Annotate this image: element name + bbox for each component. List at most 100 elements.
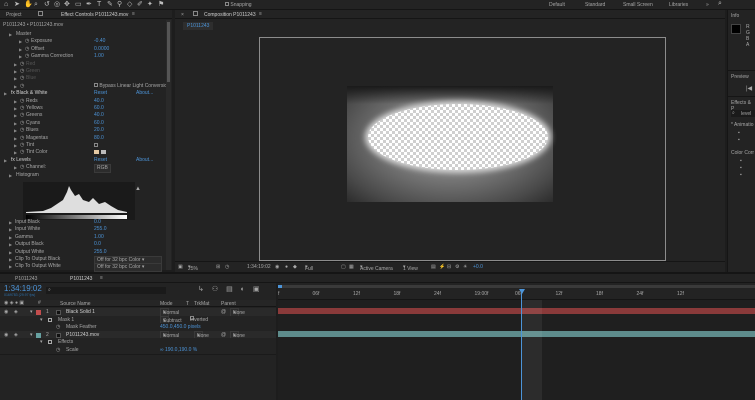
frame-blending-icon[interactable]: ▤: [226, 286, 233, 293]
disclosure-triangle-icon[interactable]: ▶: [19, 38, 22, 45]
effect-property-value[interactable]: 80.0: [94, 135, 104, 142]
tab-preview[interactable]: Preview: [731, 74, 749, 80]
effect-property-row[interactable]: ▶ ◷ Blue: [0, 75, 166, 82]
layer-bar-black-solid[interactable]: [278, 308, 755, 314]
exposure-value[interactable]: +0.0: [473, 264, 483, 270]
effect-property-row[interactable]: ▶ ◷ Green: [0, 68, 166, 75]
effect-property-value[interactable]: -0.40: [94, 38, 105, 45]
hand-tool-icon[interactable]: ✋: [24, 1, 33, 9]
effect-controls-scrollbar[interactable]: [166, 20, 171, 270]
disclosure-triangle-icon[interactable]: ▶: [14, 149, 17, 156]
layer-label-color[interactable]: [36, 332, 41, 338]
fast-previews-icon[interactable]: ⚡: [439, 264, 445, 270]
effect-property-value[interactable]: 40.0: [94, 98, 104, 105]
effect-property-row[interactable]: ▶ ◷ Magentas 80.0: [0, 135, 166, 142]
levels-property-row[interactable]: ▶ Output Black 0.0: [0, 241, 166, 248]
layer-label-color[interactable]: [36, 310, 41, 315]
stopwatch-icon[interactable]: ◷: [25, 53, 29, 60]
disclosure-triangle-icon[interactable]: ▶: [14, 98, 17, 105]
tint-color-swatch[interactable]: [94, 149, 106, 156]
first-frame-icon[interactable]: |◀: [746, 85, 752, 92]
panel-menu-icon[interactable]: ≡: [132, 11, 135, 17]
pan-behind-tool-icon[interactable]: ✥: [64, 1, 70, 9]
disclosure-triangle-icon[interactable]: ▶: [14, 135, 17, 142]
effect-property-row[interactable]: ▶ ◷ Reds 40.0: [0, 98, 166, 105]
histogram-slider-icon[interactable]: ▲: [135, 186, 141, 192]
disclosure-triangle-icon[interactable]: ▶: [9, 256, 12, 263]
effect-property-row[interactable]: ▶ ◷ Channel: RGB: [0, 164, 166, 174]
lock-icon[interactable]: [193, 11, 198, 16]
levels-property-row[interactable]: ▶ Output White 255.0: [0, 249, 166, 256]
work-area-bar[interactable]: [278, 285, 755, 288]
tab-timeline-2[interactable]: P1011243: [70, 276, 92, 282]
stopwatch-icon[interactable]: ◷: [20, 142, 24, 149]
stopwatch-icon[interactable]: ◷: [20, 112, 24, 119]
puppet-tool-icon[interactable]: ✦: [147, 1, 153, 9]
disclosure-triangle-icon[interactable]: ▶: [9, 226, 12, 233]
disclosure-triangle-icon[interactable]: ▶: [9, 172, 12, 179]
about-link[interactable]: About...: [136, 157, 153, 164]
eraser-tool-icon[interactable]: ◇: [127, 1, 132, 9]
disclosure-triangle-icon[interactable]: ▶: [14, 68, 17, 75]
timeline-icon[interactable]: ⊟: [447, 264, 451, 270]
search-help-icon[interactable]: ⌕: [718, 0, 722, 8]
about-link[interactable]: About...: [136, 90, 153, 97]
color-icon[interactable]: ◆: [293, 264, 297, 270]
layer-bar-footage[interactable]: [278, 331, 755, 337]
effect-property-row[interactable]: ▶ ◷ Gamma Correction 1.00: [0, 53, 166, 60]
clone-stamp-tool-icon[interactable]: ⚲: [117, 1, 122, 9]
pen-tool-icon[interactable]: ✒: [86, 1, 92, 9]
effect-property-value[interactable]: 60.0: [94, 105, 104, 112]
levels-histogram[interactable]: [23, 182, 135, 220]
selection-tool-icon[interactable]: ➤: [14, 1, 20, 9]
effect-property-row[interactable]: ▶ ◷ Tint: [0, 142, 166, 149]
disclosure-triangle-icon[interactable]: ▶: [4, 90, 7, 97]
effect-property-row[interactable]: ▶ ◷ Bypass Linear Light Conversion: [0, 82, 170, 90]
column-source-name[interactable]: Source Name: [60, 301, 91, 307]
stopwatch-icon[interactable]: ◷: [20, 105, 24, 112]
disclosure-triangle-icon[interactable]: ▶: [14, 120, 17, 127]
workspace-more-icon[interactable]: »: [706, 2, 709, 8]
view-layout-dropdown[interactable]: 1 View ▾: [403, 264, 418, 272]
effect-property-row[interactable]: ▶ Master: [0, 31, 166, 38]
effect-property-value[interactable]: 0.0000: [94, 46, 109, 53]
snapshot-icon[interactable]: ◉: [275, 264, 279, 270]
stopwatch-icon[interactable]: ◷: [20, 164, 24, 171]
tab-info[interactable]: Info: [731, 13, 739, 19]
composition-menu-icon[interactable]: ≡: [259, 11, 262, 17]
disclosure-triangle-icon[interactable]: ▶: [14, 164, 17, 171]
flowchart-icon[interactable]: ⚙: [455, 264, 459, 270]
disclosure-triangle-icon[interactable]: ▶: [9, 263, 12, 270]
rotate-tool-icon[interactable]: ↺: [44, 1, 50, 9]
type-tool-icon[interactable]: T: [97, 1, 101, 9]
bypass-checkbox[interactable]: Bypass Linear Light Conversion: [94, 82, 170, 90]
stopwatch-icon[interactable]: ◷: [20, 75, 24, 82]
graph-editor-icon[interactable]: ▣: [253, 286, 260, 293]
stopwatch-icon[interactable]: ◷: [25, 38, 29, 45]
workspace-small-screen[interactable]: Small Screen: [623, 2, 653, 8]
disclosure-triangle-icon[interactable]: ▶: [9, 219, 12, 226]
effects-item-color-correction[interactable]: Color Corr: [731, 150, 754, 156]
playhead-icon[interactable]: [519, 289, 525, 294]
layer-row[interactable]: ◷ Scale ∞ 190.0,190.0 %: [0, 345, 276, 355]
disclosure-triangle-icon[interactable]: ▶: [14, 112, 17, 119]
zoom-tool-icon[interactable]: ⌕: [34, 1, 38, 9]
levels-property-value[interactable]: 1.00: [94, 234, 104, 241]
disclosure-triangle-icon[interactable]: ▶: [9, 31, 12, 38]
stopwatch-icon[interactable]: ◷: [20, 149, 24, 156]
effect-property-value[interactable]: 40.0: [94, 112, 104, 119]
effect-property-row[interactable]: ▶ ◷ Offset 0.0000: [0, 46, 166, 53]
levels-property-row[interactable]: ▶ Gamma 1.00: [0, 234, 166, 241]
effect-property-value[interactable]: 20.0: [94, 127, 104, 134]
column-parent[interactable]: Parent: [221, 301, 236, 307]
stopwatch-icon[interactable]: ◷: [20, 68, 24, 75]
stopwatch-icon[interactable]: ◷: [20, 135, 24, 142]
timeline-search-input[interactable]: ⌕: [46, 287, 166, 294]
disclosure-triangle-icon[interactable]: ▶: [19, 46, 22, 53]
column-t[interactable]: T: [186, 301, 189, 307]
comp-flowchart-icon[interactable]: ↳: [198, 286, 204, 293]
disclosure-triangle-icon[interactable]: ▶: [19, 53, 22, 60]
property-name[interactable]: Scale: [66, 346, 79, 355]
timecode-icon[interactable]: ◷: [225, 264, 229, 270]
effect-property-row[interactable]: ▶ ◷ Red: [0, 61, 166, 68]
